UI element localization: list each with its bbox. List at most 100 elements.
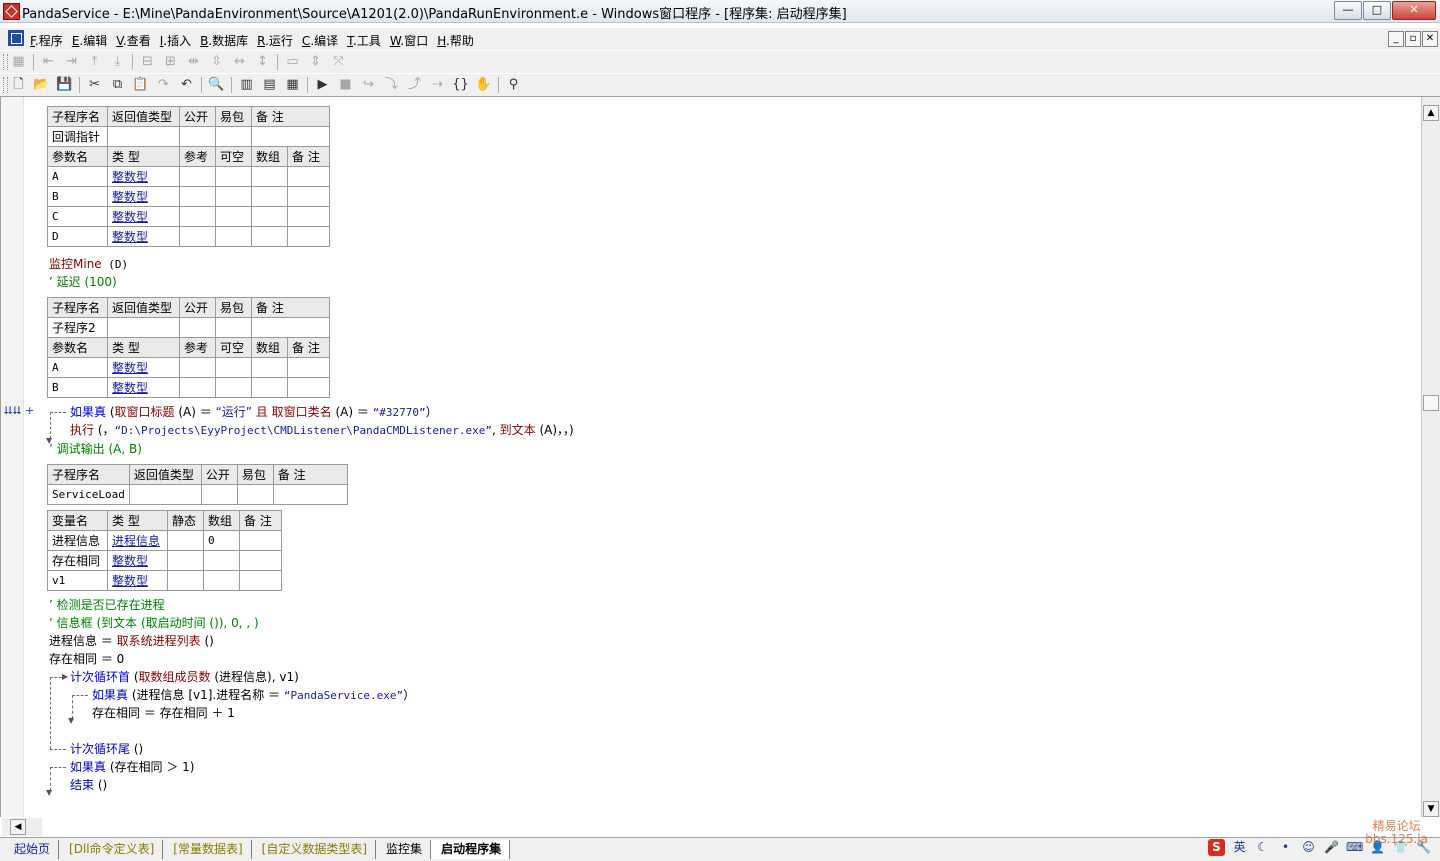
code-line[interactable]: 监控Mine (D) <box>49 255 128 274</box>
redo-icon[interactable]: ↷ <box>155 76 172 93</box>
save-icon[interactable]: 💾 <box>56 76 73 93</box>
standard-toolbar: 🗋 📂 💾 ✂ ⧉ 📋 ↷ ↶ 🔍 ▥ ▤ ▦ ▶ ■ ↪ ⤵ ⤴ ⇢ {} ✋… <box>0 74 1440 97</box>
menu-window[interactable]: W.窗口 <box>390 32 428 49</box>
tab-dll-commands[interactable]: [Dll命令定义表] <box>59 840 164 859</box>
scroll-up-button[interactable]: ▲ <box>1423 105 1439 121</box>
smile-icon[interactable]: ☺ <box>1300 839 1317 856</box>
align-bottom-icon[interactable]: ⤓ <box>109 53 126 70</box>
menu-database[interactable]: B.数据库 <box>200 32 248 49</box>
code-line[interactable]: ’ 延迟 (100) <box>49 273 117 291</box>
step-over-icon[interactable]: ↪ <box>360 76 377 93</box>
code-line[interactable]: 如果真 (存在相同 ＞ 1) <box>70 758 194 776</box>
menu-help[interactable]: H.帮助 <box>437 32 474 49</box>
code-line[interactable]: ’ 调试输出 (A, B) <box>49 440 142 458</box>
align-grid-icon[interactable]: ▦ <box>10 53 27 70</box>
copy-icon[interactable]: ⧉ <box>109 76 126 93</box>
maximize-button[interactable]: □ <box>1363 1 1391 20</box>
layout-3-icon[interactable]: ▦ <box>284 76 301 93</box>
menu-edit[interactable]: E.编辑 <box>72 32 107 49</box>
table-row: B 整数型 <box>47 377 330 398</box>
resize-height-icon[interactable]: ⇕ <box>307 53 324 70</box>
code-line[interactable]: 存在相同 ＝ 0 <box>49 650 124 668</box>
tab-monitor-set[interactable]: 监控集 <box>376 840 432 859</box>
open-folder-icon[interactable]: 📂 <box>33 76 50 93</box>
tab-startup-set[interactable]: 启动程序集 <box>431 840 511 859</box>
cut-icon[interactable]: ✂ <box>86 76 103 93</box>
step-out-icon[interactable]: ⤴ <box>406 76 423 93</box>
minimize-button[interactable]: — <box>1334 1 1362 20</box>
mdi-close-button[interactable]: ✕ <box>1422 31 1438 47</box>
code-line[interactable]: 执行 (，“D:\Projects\EyyProject\CMDListener… <box>70 421 574 440</box>
center-horizontal-icon[interactable]: ⊟ <box>139 53 156 70</box>
scroll-left-button[interactable]: ◀ <box>10 819 26 835</box>
menu-tools[interactable]: T.工具 <box>347 32 381 49</box>
code-line[interactable]: 结束 () <box>70 776 107 794</box>
tab-constants[interactable]: [常量数据表] <box>163 840 252 859</box>
new-file-icon[interactable]: 🗋 <box>10 76 27 93</box>
code-line[interactable]: 进程信息 ＝ 取系统进程列表 () <box>49 632 214 650</box>
same-width-icon[interactable]: ↔ <box>231 53 248 70</box>
app-icon <box>3 3 20 20</box>
undo-icon[interactable]: ↶ <box>178 76 195 93</box>
menu-insert[interactable]: I.插入 <box>160 32 191 49</box>
binoculars-icon[interactable]: ⚲ <box>505 76 522 93</box>
code-line[interactable]: 存在相同 ＝ 存在相同 ＋ 1 <box>92 704 235 722</box>
horizontal-scrollbar[interactable]: ◀ <box>2 818 42 836</box>
step-into-icon[interactable]: ⤵ <box>383 76 400 93</box>
layout-2-icon[interactable]: ▤ <box>261 76 278 93</box>
table-row: B 整数型 <box>47 186 330 207</box>
mdi-minimize-button[interactable]: _ <box>1388 31 1404 47</box>
code-line[interactable]: 计次循环尾 () <box>70 740 143 758</box>
moon-icon[interactable]: ☾ <box>1254 839 1271 856</box>
microphone-icon[interactable]: 🎤 <box>1323 839 1340 856</box>
code-line[interactable]: ’ 信息框 (到文本 (取启动时间 ()), 0, , ) <box>49 614 259 632</box>
tab-custom-types[interactable]: [自定义数据类型表] <box>252 840 377 859</box>
code-editor[interactable]: ⮇⮇ + 子程序名 返回值类型 公开 易包 备 注 回调指针 参数名 类 型 参… <box>0 97 1422 817</box>
code-line[interactable]: 计次循环首 (取数组成员数 (进程信息), v1) <box>70 668 299 686</box>
tab-start-page[interactable]: 起始页 <box>4 840 60 859</box>
table-row: 存在相同 整数型 <box>47 550 282 571</box>
layout-1-icon[interactable]: ▥ <box>238 76 255 93</box>
menu-program[interactable]: F.程序 <box>30 32 63 49</box>
space-vertical-icon[interactable]: ⇳ <box>208 53 225 70</box>
same-size-icon[interactable]: ▭ <box>284 53 301 70</box>
local-variables-table: 变量名 类 型 静态 数组 备 注 进程信息 进程信息 0 存在相同 整数型 v1 整数… <box>47 510 282 591</box>
run-to-cursor-icon[interactable]: ⇢ <box>429 76 446 93</box>
run-icon[interactable]: ▶ <box>314 76 331 93</box>
align-right-icon[interactable]: ⇥ <box>63 53 80 70</box>
keyboard-icon[interactable]: ⌨ <box>1346 839 1363 856</box>
hand-icon[interactable]: ✋ <box>475 76 492 93</box>
bottom-tab-bar: 起始页 [Dll命令定义表] [常量数据表] [自定义数据类型表] 监控集 启动… <box>0 837 1440 861</box>
same-height-icon[interactable]: ↕ <box>254 53 271 70</box>
subroutine-name[interactable]: 子程序2 <box>47 317 108 338</box>
subroutine-name[interactable]: 回调指针 <box>47 126 108 147</box>
subroutine-table-2: 子程序名 返回值类型 公开 易包 备 注 子程序2 参数名 类 型 参考 可空 … <box>47 297 330 398</box>
forum-watermark: 精易论坛 bbs.125.la <box>1365 819 1428 846</box>
code-line[interactable]: 如果真 (取窗口标题 (A) ＝ “运行” 且 取窗口类名 (A) ＝ “#32… <box>70 403 438 422</box>
code-line[interactable]: ’ 检测是否已存在进程 <box>49 596 165 614</box>
center-vertical-icon[interactable]: ⊞ <box>162 53 179 70</box>
stop-icon[interactable]: ■ <box>337 76 354 93</box>
scroll-thumb[interactable] <box>1423 395 1439 411</box>
paste-icon[interactable]: 📋 <box>132 76 149 93</box>
document-icon[interactable] <box>8 30 24 46</box>
sogou-ime-icon[interactable]: S <box>1208 839 1225 856</box>
subroutine-name[interactable]: ServiceLoad <box>47 484 130 505</box>
dot-icon[interactable]: • <box>1277 839 1294 856</box>
close-button[interactable]: ✕ <box>1392 1 1436 20</box>
menu-view[interactable]: V.查看 <box>116 32 151 49</box>
code-line[interactable]: 如果真 (进程信息 [v1].进程名称 ＝ “PandaService.exe”… <box>92 686 415 705</box>
vertical-scrollbar[interactable]: ▲ ▼ <box>1421 97 1440 817</box>
mdi-restore-button[interactable]: ▫ <box>1405 31 1421 47</box>
scroll-down-button[interactable]: ▼ <box>1423 801 1439 817</box>
find-icon[interactable]: 🔍 <box>208 76 225 93</box>
breakpoint-braces-icon[interactable]: {} <box>452 76 469 93</box>
space-horizontal-icon[interactable]: ⇹ <box>185 53 202 70</box>
align-top-icon[interactable]: ⤒ <box>86 53 103 70</box>
ime-language-label[interactable]: 英 <box>1231 839 1248 856</box>
menu-compile[interactable]: C.编译 <box>302 32 338 49</box>
resize-both-icon[interactable]: ⤧ <box>330 53 347 70</box>
window-title: PandaService - E:\Mine\PandaEnvironment\… <box>22 7 847 22</box>
menu-run[interactable]: R.运行 <box>257 32 293 49</box>
align-left-icon[interactable]: ⇤ <box>40 53 57 70</box>
